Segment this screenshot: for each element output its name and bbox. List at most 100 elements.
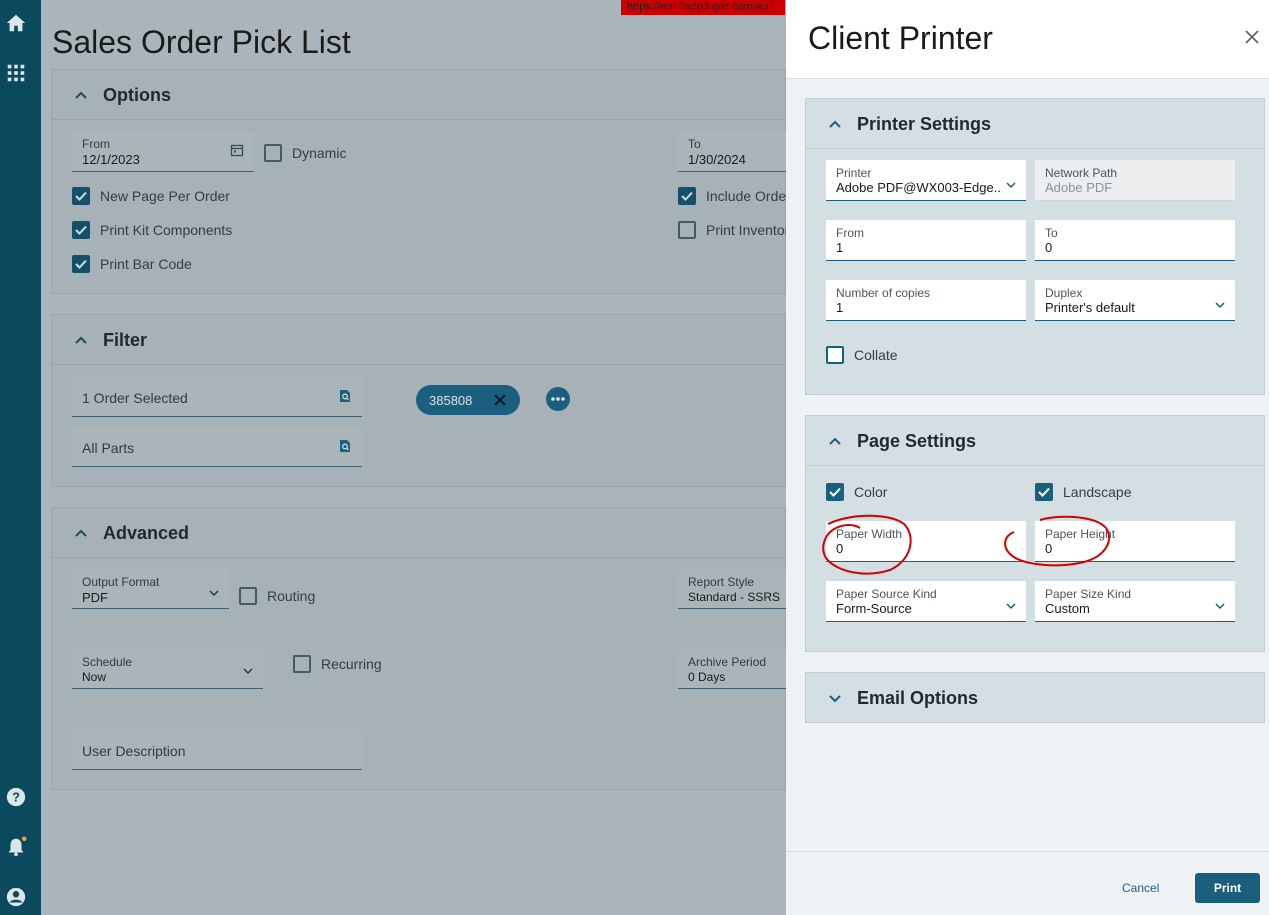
- to-page-label: To: [1045, 226, 1058, 240]
- output-format-value: PDF: [82, 590, 108, 605]
- print-kit-components-checkbox[interactable]: Print Kit Components: [72, 221, 232, 239]
- color-label: Color: [854, 484, 888, 500]
- chevron-up-icon: [75, 336, 87, 344]
- search-document-icon[interactable]: [338, 389, 352, 403]
- options-from-date-field[interactable]: From 12/1/2023: [72, 131, 254, 172]
- chevron-down-icon: [829, 695, 841, 703]
- printer-settings-title: Printer Settings: [857, 114, 992, 134]
- checkbox-box: [239, 587, 257, 605]
- report-style-select[interactable]: Report Style Standard - SSRS: [678, 569, 786, 609]
- user-description-placeholder: User Description: [82, 743, 186, 759]
- page-settings-header[interactable]: Page Settings: [806, 416, 1264, 466]
- to-value: 1/30/2024: [688, 152, 746, 167]
- home-icon[interactable]: [5, 12, 27, 34]
- print-button[interactable]: Print: [1195, 873, 1260, 903]
- chevron-up-icon: [75, 91, 87, 99]
- print-inventory-checkbox[interactable]: Print Inventor: [678, 221, 789, 239]
- page-settings-section: Page Settings Color Landscape Paper Widt…: [805, 415, 1265, 652]
- order-selection-field[interactable]: 1 Order Selected: [72, 376, 362, 417]
- collate-label: Collate: [854, 347, 898, 363]
- print-kit-components-label: Print Kit Components: [100, 222, 233, 238]
- paper-source-kind-select[interactable]: Paper Source Kind Form-Source: [826, 581, 1026, 622]
- chevron-down-icon: [209, 590, 219, 597]
- output-format-select[interactable]: Output Format PDF: [72, 569, 229, 609]
- more-options-button[interactable]: [546, 387, 570, 411]
- paper-height-input[interactable]: Paper Height 0: [1035, 521, 1235, 562]
- checkbox-checked: [826, 483, 844, 501]
- from-page-label: From: [836, 226, 864, 240]
- collate-checkbox[interactable]: Collate: [826, 346, 898, 364]
- recurring-checkbox[interactable]: Recurring: [293, 655, 382, 673]
- duplex-label: Duplex: [1045, 286, 1083, 300]
- new-page-per-order-checkbox[interactable]: New Page Per Order: [72, 187, 230, 205]
- checkbox-box: [678, 221, 696, 239]
- color-checkbox[interactable]: Color: [826, 483, 887, 501]
- parts-selection-value: All Parts: [82, 440, 135, 456]
- schedule-value: Now: [82, 670, 107, 684]
- email-options-section: Email Options: [805, 672, 1265, 723]
- email-options-title: Email Options: [857, 688, 979, 708]
- checkbox-box: [826, 346, 844, 364]
- to-label: To: [688, 137, 701, 151]
- url-banner: https://ep10app3.gikt.com/ep1: [621, 0, 785, 15]
- more-horizontal-icon: [551, 397, 565, 401]
- advanced-panel-header[interactable]: Advanced: [52, 508, 785, 558]
- close-icon[interactable]: [493, 393, 507, 407]
- apps-grid-icon[interactable]: [5, 62, 27, 84]
- new-page-per-order-label: New Page Per Order: [100, 188, 230, 204]
- parts-selection-field[interactable]: All Parts: [72, 426, 362, 467]
- calendar-icon[interactable]: [230, 143, 244, 157]
- dynamic-label: Dynamic: [292, 145, 347, 161]
- paper-size-label: Paper Size Kind: [1045, 587, 1132, 601]
- copies-value: 1: [836, 300, 844, 315]
- paper-size-kind-select[interactable]: Paper Size Kind Custom: [1035, 581, 1235, 622]
- archive-period-value: 0 Days: [688, 670, 726, 684]
- duplex-value: Printer's default: [1045, 300, 1135, 315]
- search-document-icon[interactable]: [338, 439, 352, 453]
- from-page-input[interactable]: From 1: [826, 220, 1026, 261]
- paper-width-input[interactable]: Paper Width 0: [826, 521, 1026, 562]
- drawer-header: Client Printer: [786, 0, 1269, 79]
- print-bar-code-checkbox[interactable]: Print Bar Code: [72, 255, 192, 273]
- filter-panel-header[interactable]: Filter: [52, 315, 785, 365]
- checkbox-checked: [72, 255, 90, 273]
- drawer-title: Client Printer: [808, 20, 993, 56]
- paper-width-value: 0: [836, 541, 844, 556]
- order-selection-value: 1 Order Selected: [82, 390, 188, 406]
- printer-settings-header[interactable]: Printer Settings: [806, 99, 1264, 149]
- dynamic-checkbox[interactable]: Dynamic: [264, 144, 346, 162]
- landscape-checkbox[interactable]: Landscape: [1035, 483, 1132, 501]
- routing-label: Routing: [267, 588, 316, 604]
- options-panel-header[interactable]: Options: [52, 70, 785, 120]
- report-style-value: Standard - SSRS: [688, 590, 781, 604]
- include-order-label: Include Order: [706, 188, 791, 204]
- paper-width-label: Paper Width: [836, 527, 903, 541]
- to-page-input[interactable]: To 0: [1035, 220, 1235, 261]
- checkbox-checked: [678, 187, 696, 205]
- cancel-button[interactable]: Cancel: [1122, 881, 1159, 895]
- options-to-date-field[interactable]: To 1/30/2024: [678, 131, 786, 172]
- network-path-value: Adobe PDF: [1045, 180, 1113, 195]
- printer-value: Adobe PDF@WX003-Edge...: [836, 180, 1001, 195]
- help-icon[interactable]: ?: [5, 786, 27, 808]
- printer-select[interactable]: Printer Adobe PDF@WX003-Edge...: [826, 160, 1026, 201]
- include-order-checkbox[interactable]: Include Order: [678, 187, 791, 205]
- schedule-select[interactable]: Schedule Now: [72, 649, 263, 689]
- paper-size-value: Custom: [1045, 601, 1090, 616]
- duplex-select[interactable]: Duplex Printer's default: [1035, 280, 1235, 321]
- routing-checkbox[interactable]: Routing: [239, 587, 315, 605]
- user-description-input[interactable]: User Description: [72, 729, 362, 770]
- email-options-header[interactable]: Email Options: [806, 673, 1264, 723]
- user-profile-icon[interactable]: [5, 886, 27, 908]
- archive-period-field[interactable]: Archive Period 0 Days: [678, 649, 786, 689]
- notifications-bell-icon[interactable]: [5, 836, 27, 858]
- order-chip[interactable]: 385808: [416, 385, 520, 415]
- close-icon[interactable]: [1244, 29, 1260, 45]
- chevron-up-icon: [829, 120, 841, 128]
- chevron-down-icon: [243, 668, 253, 675]
- paper-source-value: Form-Source: [836, 601, 912, 616]
- output-format-label: Output Format: [82, 575, 160, 589]
- report-style-label: Report Style: [688, 575, 755, 589]
- number-of-copies-input[interactable]: Number of copies 1: [826, 280, 1026, 321]
- advanced-title: Advanced: [103, 523, 190, 543]
